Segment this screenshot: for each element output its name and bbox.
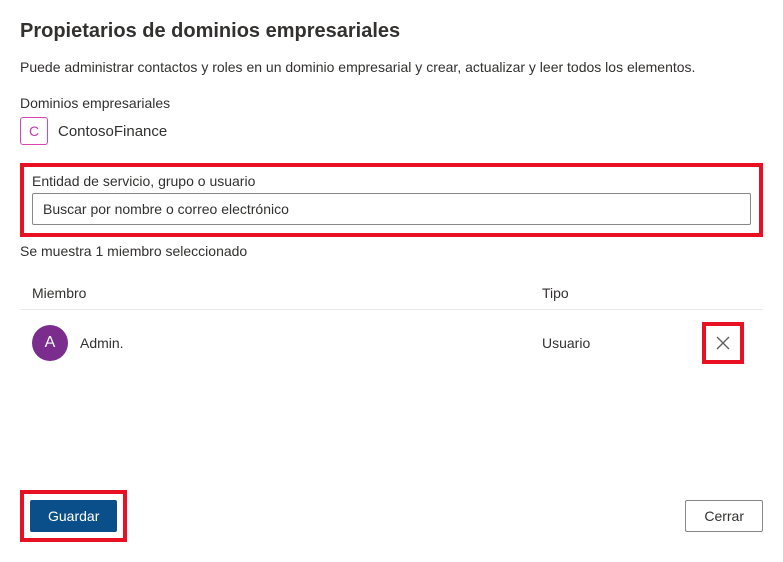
- column-header-member: Miembro: [32, 285, 542, 301]
- search-input[interactable]: [32, 193, 751, 225]
- remove-highlight: [702, 322, 744, 364]
- search-highlight: Entidad de servicio, grupo o usuario: [20, 163, 763, 237]
- avatar: A: [32, 325, 68, 361]
- save-highlight: Guardar: [20, 490, 127, 542]
- dialog-footer: Guardar Cerrar: [20, 490, 763, 542]
- domain-name: ContosoFinance: [58, 123, 167, 140]
- search-label: Entidad de servicio, grupo o usuario: [32, 173, 751, 189]
- close-icon: [715, 335, 731, 351]
- member-type: Usuario: [542, 335, 702, 351]
- close-button[interactable]: Cerrar: [685, 500, 763, 532]
- table-header: Miembro Tipo: [20, 277, 763, 310]
- domain-badge: C: [20, 117, 48, 145]
- domains-label: Dominios empresariales: [20, 95, 763, 111]
- page-description: Puede administrar contactos y roles en u…: [20, 59, 763, 75]
- member-name: Admin.: [80, 335, 124, 351]
- column-header-type: Tipo: [542, 285, 702, 301]
- domain-item: C ContosoFinance: [20, 117, 763, 145]
- member-count-text: Se muestra 1 miembro seleccionado: [20, 243, 763, 259]
- save-button[interactable]: Guardar: [30, 500, 117, 532]
- remove-member-button[interactable]: [709, 329, 737, 357]
- page-title: Propietarios de dominios empresariales: [20, 20, 763, 43]
- table-row: A Admin. Usuario: [20, 310, 763, 376]
